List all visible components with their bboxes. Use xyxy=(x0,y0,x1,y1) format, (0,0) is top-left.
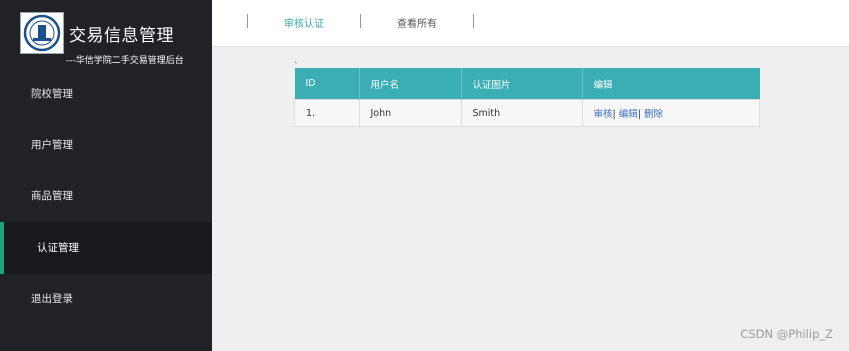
tab-view-all[interactable]: 查看所有 xyxy=(397,15,437,30)
table-header-row: ID 用户名 认证图片 编辑 xyxy=(294,68,760,100)
app-title: 交易信息管理 xyxy=(69,26,174,46)
column-header-edit: 编辑 xyxy=(582,68,760,100)
action-separator: | xyxy=(612,109,616,120)
sidebar-item-certification[interactable]: 认证管理 xyxy=(0,222,212,274)
review-link[interactable]: 审核 xyxy=(594,109,613,120)
university-seal-icon xyxy=(23,14,61,52)
column-header-id: ID xyxy=(294,68,360,100)
sidebar-item-schools[interactable]: 院校管理 xyxy=(0,68,212,120)
cell-username: John xyxy=(358,99,462,127)
sidebar-item-label: 院校管理 xyxy=(31,88,73,100)
tab-divider xyxy=(473,14,474,28)
sidebar-item-logout[interactable]: 退出登录 xyxy=(0,273,212,325)
table-row: 1. John Smith 审核| 编辑| 删除 xyxy=(294,99,760,127)
sidebar-item-label: 退出登录 xyxy=(31,293,73,305)
column-header-username: 用户名 xyxy=(359,68,462,100)
tab-review-certification[interactable]: 审核认证 xyxy=(284,15,324,30)
sidebar-item-users[interactable]: 用户管理 xyxy=(0,119,212,171)
certification-table: ID 用户名 认证图片 编辑 1. John Smith 审核| 编辑| 删除 xyxy=(294,68,760,127)
sidebar-item-label: 商品管理 xyxy=(31,190,73,202)
action-separator: | xyxy=(637,109,641,120)
top-bar: 审核认证 查看所有 xyxy=(212,0,849,47)
app-subtitle: ---华信学院二手交易管理后台 xyxy=(66,56,184,66)
cell-cert-image: Smith xyxy=(460,99,583,127)
sidebar-item-label: 认证管理 xyxy=(37,242,79,254)
cell-actions: 审核| 编辑| 删除 xyxy=(581,99,760,127)
delete-link[interactable]: 删除 xyxy=(644,109,663,120)
watermark: CSDN @Philip_Z xyxy=(740,327,833,341)
cell-id: 1. xyxy=(294,99,360,127)
column-header-cert-image: 认证图片 xyxy=(461,68,583,100)
edit-link[interactable]: 编辑 xyxy=(619,109,638,120)
tab-divider xyxy=(360,14,361,28)
logo xyxy=(20,12,64,54)
sidebar: 交易信息管理 ---华信学院二手交易管理后台 院校管理 用户管理 商品管理 认证… xyxy=(0,0,212,351)
sidebar-item-products[interactable]: 商品管理 xyxy=(0,170,212,222)
tab-divider xyxy=(247,14,248,28)
sidebar-item-label: 用户管理 xyxy=(31,139,73,151)
